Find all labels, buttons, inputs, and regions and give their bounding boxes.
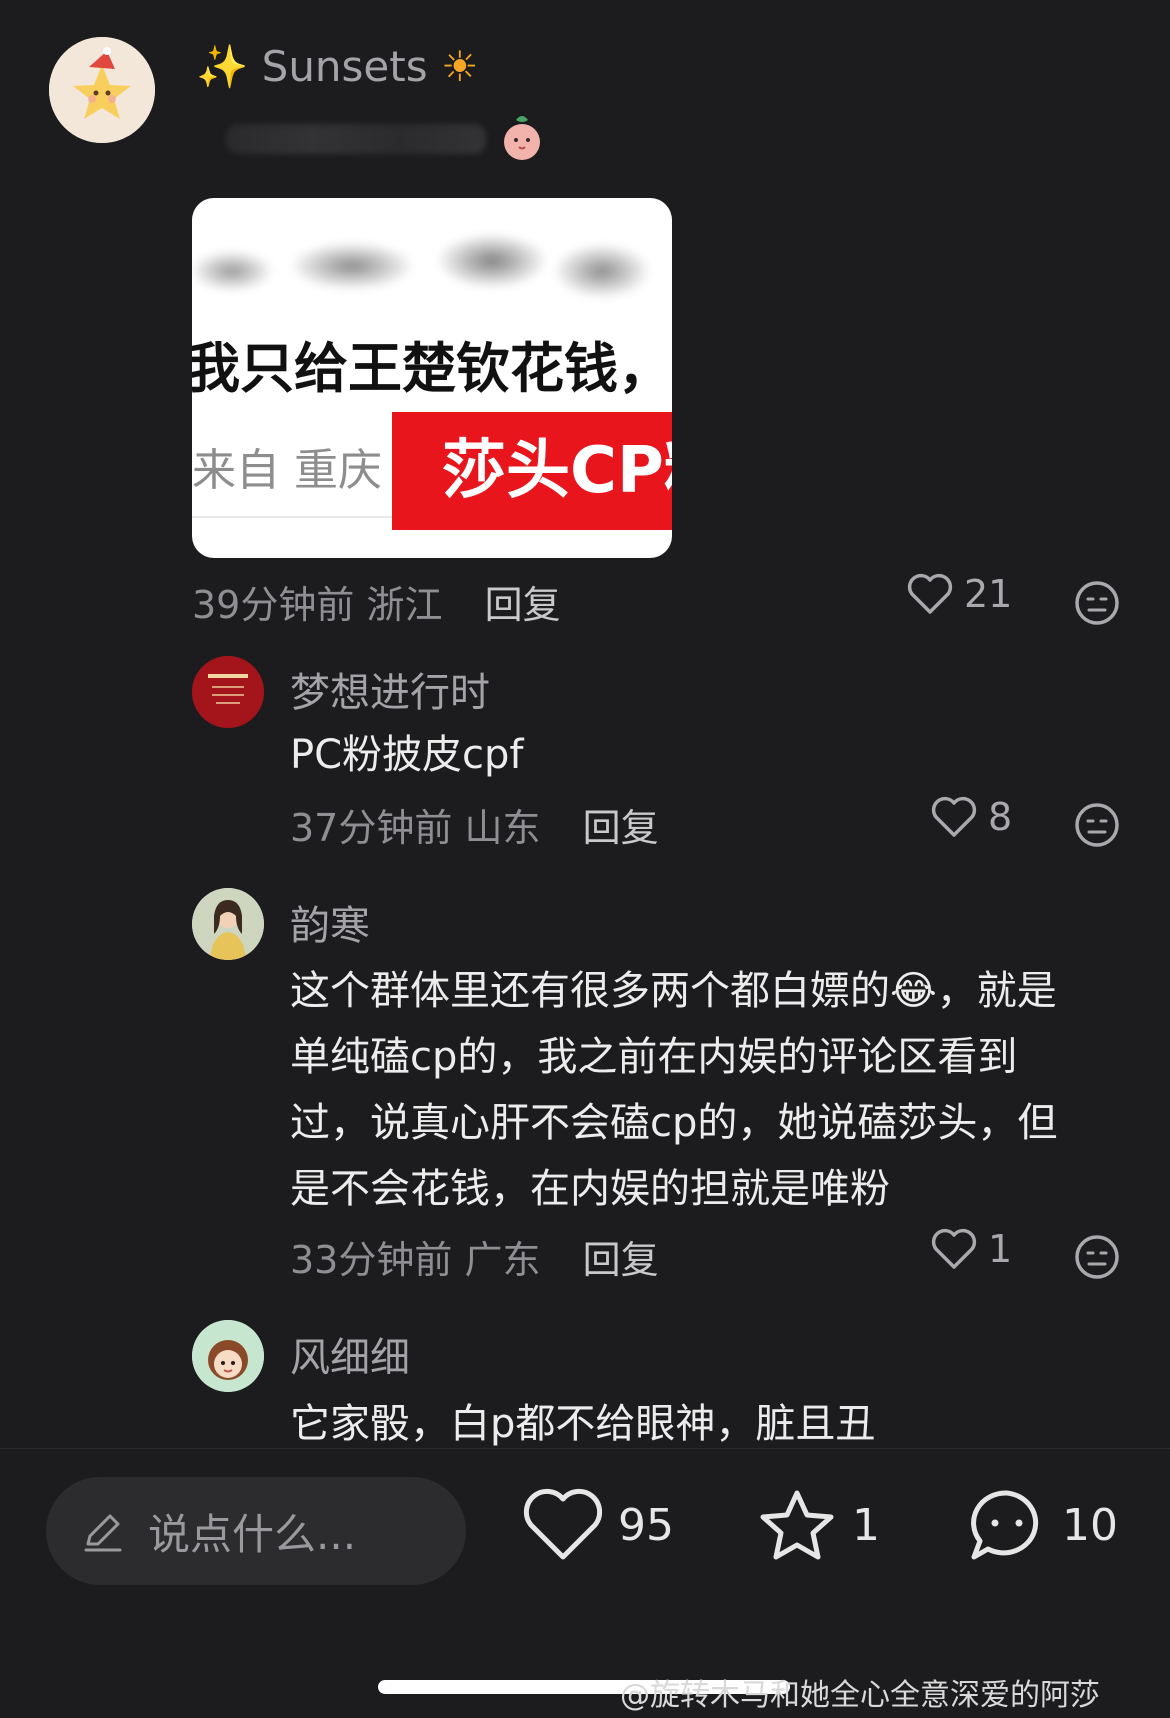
like-count: 8 xyxy=(988,795,1013,839)
blurred-area xyxy=(192,216,672,316)
avatar[interactable] xyxy=(49,37,155,143)
comment-count: 10 xyxy=(1062,1499,1118,1551)
favorite-button[interactable]: 1 xyxy=(756,1487,880,1563)
peach-emoji-icon xyxy=(504,116,540,160)
image-divider xyxy=(192,516,392,518)
reply-username[interactable]: 风细细 xyxy=(290,1325,410,1383)
like-button[interactable]: 8 xyxy=(930,795,1012,839)
reply-meta: 33分钟前 广东 回复 xyxy=(290,1229,659,1284)
like-button[interactable]: 21 xyxy=(906,572,1012,616)
comment-input[interactable]: 说点什么... xyxy=(46,1477,466,1585)
reply-button[interactable]: 回复 xyxy=(485,583,561,627)
sparkles-icon: ✨ xyxy=(196,42,249,91)
avatar[interactable] xyxy=(192,656,264,728)
sun-icon: ☀ xyxy=(441,42,479,91)
like-button[interactable]: 1 xyxy=(930,1227,1012,1271)
reply-text: 这个群体里还有很多两个都白嫖的😂，就是 单纯磕cp的，我之前在内娱的评论区看到 … xyxy=(290,958,1130,1222)
reply-username[interactable]: 梦想进行时 xyxy=(290,660,490,718)
cartoon-girl-avatar-icon xyxy=(192,1320,264,1392)
favorite-count: 1 xyxy=(852,1499,880,1551)
dislike-face-icon[interactable] xyxy=(1074,580,1120,626)
comments-button[interactable]: 10 xyxy=(966,1487,1118,1563)
like-count: 95 xyxy=(618,1499,674,1551)
reply-text-line: 过，说真心肝不会磕cp的，她说磕莎头，但 xyxy=(290,1100,1058,1146)
reply-text-line: 单纯磕cp的，我之前在内娱的评论区看到 xyxy=(290,1034,1018,1080)
heart-icon xyxy=(931,796,977,837)
username-text: Sunsets xyxy=(261,42,428,91)
girl-avatar-icon xyxy=(192,888,264,960)
pencil-icon xyxy=(84,1514,122,1552)
watermark: @旋转木马和她全心全意深爱的阿莎 xyxy=(620,1678,1100,1713)
reply-text-line: 是不会花钱，在内娱的担就是唯粉 xyxy=(290,1166,890,1212)
chat-bubble-icon xyxy=(971,1490,1039,1560)
heart-icon xyxy=(523,1488,603,1560)
comment-location: 浙江 xyxy=(366,583,443,627)
reply-button[interactable]: 回复 xyxy=(583,1238,659,1282)
image-red-label: 莎头CP粉 xyxy=(392,412,672,530)
reply-meta: 37分钟前 山东 回复 xyxy=(290,797,659,852)
main-comment-meta: 39分钟前 浙江 回复 xyxy=(192,574,561,629)
reply-text-line: 这个群体里还有很多两个都白嫖的😂，就是 xyxy=(290,968,1057,1014)
comment-location: 山东 xyxy=(464,806,541,850)
input-placeholder: 说点什么... xyxy=(148,1509,357,1559)
comment-time: 37分钟前 xyxy=(290,806,453,850)
image-text-line1: 我只给王楚钦花钱， xyxy=(192,337,672,400)
dislike-face-icon[interactable] xyxy=(1074,1234,1120,1280)
heart-icon xyxy=(931,1228,977,1269)
like-post-button[interactable]: 95 xyxy=(522,1487,674,1563)
comment-time: 39分钟前 xyxy=(192,583,355,627)
avatar[interactable] xyxy=(192,1320,264,1392)
dislike-face-icon[interactable] xyxy=(1074,802,1120,848)
star-avatar-icon xyxy=(49,37,155,143)
blurred-text xyxy=(226,124,486,154)
comment-location: 广东 xyxy=(464,1238,541,1282)
comment-image[interactable]: 我只给王楚钦花钱， 来自 重庆 莎头CP粉 xyxy=(192,198,672,558)
like-count: 21 xyxy=(964,572,1013,616)
comment-page: ✨ Sunsets ☀ 我只给王楚钦花钱， 来自 重庆 莎头CP粉 39分钟前 … xyxy=(0,0,1170,1718)
avatar[interactable] xyxy=(192,888,264,960)
reply-text: PC粉披皮cpf xyxy=(290,732,524,778)
comment-time: 33分钟前 xyxy=(290,1238,453,1282)
reply-username[interactable]: 韵寒 xyxy=(290,893,370,951)
image-text-line2: 来自 重庆 xyxy=(192,445,382,496)
heart-icon xyxy=(907,573,953,614)
red-card-avatar-icon xyxy=(192,656,264,728)
reply-button[interactable]: 回复 xyxy=(583,806,659,850)
like-count: 1 xyxy=(988,1227,1013,1271)
main-username[interactable]: ✨ Sunsets ☀ xyxy=(196,42,479,92)
star-icon xyxy=(760,1490,834,1560)
